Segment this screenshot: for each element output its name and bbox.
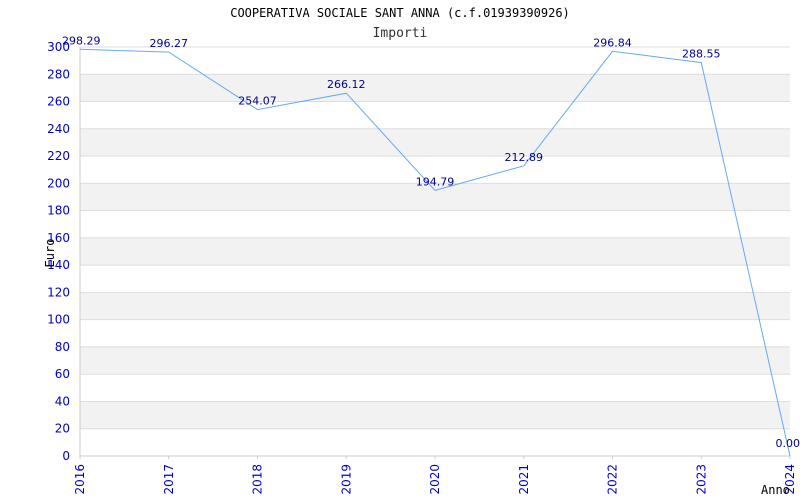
y-tick-label: 280 (47, 67, 70, 81)
y-tick-label: 120 (47, 285, 70, 299)
grid-band (80, 401, 790, 429)
data-label: 296.84 (593, 36, 632, 49)
x-tick-label: 2019 (339, 464, 353, 495)
grid-band (80, 128, 790, 157)
chart-subtitle: Importi (373, 26, 428, 41)
plot-bands (80, 74, 790, 429)
y-axis-title: Euro (43, 239, 57, 268)
x-tick-label: 2023 (694, 464, 708, 495)
y-tick-label: 180 (47, 204, 70, 218)
grid-band (80, 292, 790, 320)
line-chart: 0204060801001201401601802002202402602803… (43, 6, 800, 497)
y-tick-label: 60 (55, 367, 70, 381)
x-tick-label: 2016 (73, 464, 87, 495)
x-axis-title: Anno (761, 483, 790, 497)
data-label: 254.07 (238, 95, 277, 108)
y-tick-label: 40 (55, 394, 70, 408)
data-label: 194.79 (416, 175, 455, 188)
data-label: 288.55 (682, 48, 721, 61)
grid-band (80, 74, 790, 102)
y-tick-label: 0 (62, 449, 70, 463)
y-tick-label: 20 (55, 422, 70, 436)
y-tick-label: 220 (47, 149, 70, 163)
x-tick-label: 2022 (606, 464, 620, 495)
y-tick-label: 80 (55, 340, 70, 354)
x-tick-label: 2021 (517, 464, 531, 495)
x-tick-label: 2020 (428, 464, 442, 495)
grid-band (80, 237, 790, 266)
data-label: 296.27 (150, 37, 189, 50)
x-tick-label: 2018 (251, 464, 265, 495)
y-tick-label: 260 (47, 95, 70, 109)
data-label: 266.12 (327, 78, 366, 91)
x-tick-label: 2017 (162, 464, 176, 495)
y-tick-label: 100 (47, 313, 70, 327)
y-tick-label: 200 (47, 176, 70, 190)
grid-band (80, 346, 790, 375)
y-tick-label: 240 (47, 122, 70, 136)
chart-title: COOPERATIVA SOCIALE SANT ANNA (c.f.01939… (230, 6, 570, 20)
data-label: 0.00 (776, 437, 800, 450)
data-label: 212.89 (505, 151, 544, 164)
data-label: 298.29 (62, 34, 101, 47)
x-tick-labels: 2016 2017 2018 2019 2020 2021 2022 2023 2024 (73, 456, 797, 495)
